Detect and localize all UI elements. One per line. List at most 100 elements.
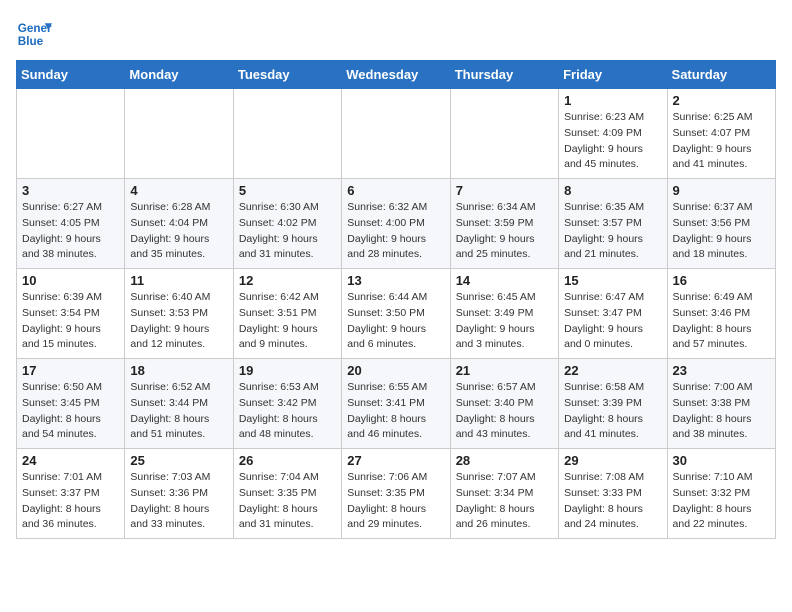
calendar-cell: 24 Sunrise: 7:01 AM Sunset: 3:37 PM Dayli… — [17, 449, 125, 539]
day-number: 2 — [673, 93, 770, 108]
day-number: 7 — [456, 183, 553, 198]
day-info: Sunrise: 6:40 AM Sunset: 3:53 PM Dayligh… — [130, 290, 227, 353]
day-info: Sunrise: 6:39 AM Sunset: 3:54 PM Dayligh… — [22, 290, 119, 353]
calendar-cell: 6 Sunrise: 6:32 AM Sunset: 4:00 PM Daylig… — [342, 179, 450, 269]
column-header-saturday: Saturday — [667, 61, 775, 89]
day-info: Sunrise: 6:49 AM Sunset: 3:46 PM Dayligh… — [673, 290, 770, 353]
day-info: Sunrise: 7:03 AM Sunset: 3:36 PM Dayligh… — [130, 470, 227, 533]
day-info: Sunrise: 7:04 AM Sunset: 3:35 PM Dayligh… — [239, 470, 336, 533]
day-number: 21 — [456, 363, 553, 378]
calendar-cell: 3Sunrise: 6:27 AM Sunset: 4:05 PM Daylig… — [17, 179, 125, 269]
day-number: 20 — [347, 363, 444, 378]
day-info: Sunrise: 6:42 AM Sunset: 3:51 PM Dayligh… — [239, 290, 336, 353]
day-number: 15 — [564, 273, 661, 288]
column-header-thursday: Thursday — [450, 61, 558, 89]
day-info: Sunrise: 6:23 AM Sunset: 4:09 PM Dayligh… — [564, 110, 661, 173]
day-number: 25 — [130, 453, 227, 468]
column-header-tuesday: Tuesday — [233, 61, 341, 89]
day-info: Sunrise: 7:01 AM Sunset: 3:37 PM Dayligh… — [22, 470, 119, 533]
day-info: Sunrise: 6:35 AM Sunset: 3:57 PM Dayligh… — [564, 200, 661, 263]
calendar-cell — [233, 89, 341, 179]
svg-text:Blue: Blue — [18, 35, 44, 48]
day-number: 5 — [239, 183, 336, 198]
day-number: 22 — [564, 363, 661, 378]
calendar-cell — [17, 89, 125, 179]
week-row-3: 10 Sunrise: 6:39 AM Sunset: 3:54 PM Dayli… — [17, 269, 776, 359]
calendar-cell: 10 Sunrise: 6:39 AM Sunset: 3:54 PM Dayli… — [17, 269, 125, 359]
day-number: 6 — [347, 183, 444, 198]
calendar-table: SundayMondayTuesdayWednesdayThursdayFrid… — [16, 60, 776, 539]
day-info: Sunrise: 6:37 AM Sunset: 3:56 PM Dayligh… — [673, 200, 770, 263]
day-info: Sunrise: 6:44 AM Sunset: 3:50 PM Dayligh… — [347, 290, 444, 353]
calendar-cell: 15 Sunrise: 6:47 AM Sunset: 3:47 PM Dayli… — [559, 269, 667, 359]
calendar-cell: 28 Sunrise: 7:07 AM Sunset: 3:34 PM Dayli… — [450, 449, 558, 539]
calendar-header-row: SundayMondayTuesdayWednesdayThursdayFrid… — [17, 61, 776, 89]
calendar-cell — [342, 89, 450, 179]
calendar-cell: 16 Sunrise: 6:49 AM Sunset: 3:46 PM Dayli… — [667, 269, 775, 359]
day-number: 14 — [456, 273, 553, 288]
day-info: Sunrise: 6:32 AM Sunset: 4:00 PM Dayligh… — [347, 200, 444, 263]
logo-icon: General Blue — [16, 16, 52, 52]
calendar-cell: 25 Sunrise: 7:03 AM Sunset: 3:36 PM Dayli… — [125, 449, 233, 539]
calendar-cell: 19 Sunrise: 6:53 AM Sunset: 3:42 PM Dayli… — [233, 359, 341, 449]
day-info: Sunrise: 6:34 AM Sunset: 3:59 PM Dayligh… — [456, 200, 553, 263]
calendar-cell: 12 Sunrise: 6:42 AM Sunset: 3:51 PM Dayli… — [233, 269, 341, 359]
day-info: Sunrise: 7:00 AM Sunset: 3:38 PM Dayligh… — [673, 380, 770, 443]
day-info: Sunrise: 6:47 AM Sunset: 3:47 PM Dayligh… — [564, 290, 661, 353]
day-number: 12 — [239, 273, 336, 288]
calendar-cell: 14 Sunrise: 6:45 AM Sunset: 3:49 PM Dayli… — [450, 269, 558, 359]
calendar-cell: 11Sunrise: 6:40 AM Sunset: 3:53 PM Dayli… — [125, 269, 233, 359]
day-info: Sunrise: 7:08 AM Sunset: 3:33 PM Dayligh… — [564, 470, 661, 533]
day-info: Sunrise: 6:53 AM Sunset: 3:42 PM Dayligh… — [239, 380, 336, 443]
day-info: Sunrise: 6:45 AM Sunset: 3:49 PM Dayligh… — [456, 290, 553, 353]
calendar-cell: 29 Sunrise: 7:08 AM Sunset: 3:33 PM Dayli… — [559, 449, 667, 539]
day-info: Sunrise: 6:30 AM Sunset: 4:02 PM Dayligh… — [239, 200, 336, 263]
day-info: Sunrise: 6:28 AM Sunset: 4:04 PM Dayligh… — [130, 200, 227, 263]
column-header-monday: Monday — [125, 61, 233, 89]
header: General Blue — [16, 16, 776, 52]
calendar-cell: 21 Sunrise: 6:57 AM Sunset: 3:40 PM Dayli… — [450, 359, 558, 449]
day-number: 29 — [564, 453, 661, 468]
day-number: 18 — [130, 363, 227, 378]
column-header-friday: Friday — [559, 61, 667, 89]
week-row-1: 1 Sunrise: 6:23 AM Sunset: 4:09 PM Daylig… — [17, 89, 776, 179]
day-info: Sunrise: 7:10 AM Sunset: 3:32 PM Dayligh… — [673, 470, 770, 533]
day-info: Sunrise: 6:58 AM Sunset: 3:39 PM Dayligh… — [564, 380, 661, 443]
calendar-cell: 1 Sunrise: 6:23 AM Sunset: 4:09 PM Daylig… — [559, 89, 667, 179]
calendar-cell — [125, 89, 233, 179]
day-number: 24 — [22, 453, 119, 468]
day-info: Sunrise: 7:07 AM Sunset: 3:34 PM Dayligh… — [456, 470, 553, 533]
day-info: Sunrise: 6:50 AM Sunset: 3:45 PM Dayligh… — [22, 380, 119, 443]
calendar-cell: 18 Sunrise: 6:52 AM Sunset: 3:44 PM Dayli… — [125, 359, 233, 449]
calendar-cell: 7 Sunrise: 6:34 AM Sunset: 3:59 PM Daylig… — [450, 179, 558, 269]
calendar-cell: 17 Sunrise: 6:50 AM Sunset: 3:45 PM Dayli… — [17, 359, 125, 449]
day-number: 9 — [673, 183, 770, 198]
day-number: 30 — [673, 453, 770, 468]
calendar-cell: 9 Sunrise: 6:37 AM Sunset: 3:56 PM Daylig… — [667, 179, 775, 269]
calendar-cell: 5 Sunrise: 6:30 AM Sunset: 4:02 PM Daylig… — [233, 179, 341, 269]
calendar-cell: 4 Sunrise: 6:28 AM Sunset: 4:04 PM Daylig… — [125, 179, 233, 269]
day-number: 8 — [564, 183, 661, 198]
calendar-body: 1 Sunrise: 6:23 AM Sunset: 4:09 PM Daylig… — [17, 89, 776, 539]
day-info: Sunrise: 6:57 AM Sunset: 3:40 PM Dayligh… — [456, 380, 553, 443]
calendar-cell: 27Sunrise: 7:06 AM Sunset: 3:35 PM Dayli… — [342, 449, 450, 539]
calendar-cell: 13 Sunrise: 6:44 AM Sunset: 3:50 PM Dayli… — [342, 269, 450, 359]
day-number: 10 — [22, 273, 119, 288]
calendar-cell: 26Sunrise: 7:04 AM Sunset: 3:35 PM Dayli… — [233, 449, 341, 539]
day-number: 3 — [22, 183, 119, 198]
calendar-cell: 22 Sunrise: 6:58 AM Sunset: 3:39 PM Dayli… — [559, 359, 667, 449]
column-header-wednesday: Wednesday — [342, 61, 450, 89]
calendar-cell: 8 Sunrise: 6:35 AM Sunset: 3:57 PM Daylig… — [559, 179, 667, 269]
day-number: 19 — [239, 363, 336, 378]
calendar-cell: 30 Sunrise: 7:10 AM Sunset: 3:32 PM Dayli… — [667, 449, 775, 539]
day-number: 28 — [456, 453, 553, 468]
day-info: Sunrise: 6:52 AM Sunset: 3:44 PM Dayligh… — [130, 380, 227, 443]
calendar-cell: 2Sunrise: 6:25 AM Sunset: 4:07 PM Daylig… — [667, 89, 775, 179]
day-number: 1 — [564, 93, 661, 108]
day-number: 17 — [22, 363, 119, 378]
day-info: Sunrise: 7:06 AM Sunset: 3:35 PM Dayligh… — [347, 470, 444, 533]
day-number: 4 — [130, 183, 227, 198]
calendar-cell: 20Sunrise: 6:55 AM Sunset: 3:41 PM Dayli… — [342, 359, 450, 449]
day-number: 16 — [673, 273, 770, 288]
day-number: 13 — [347, 273, 444, 288]
